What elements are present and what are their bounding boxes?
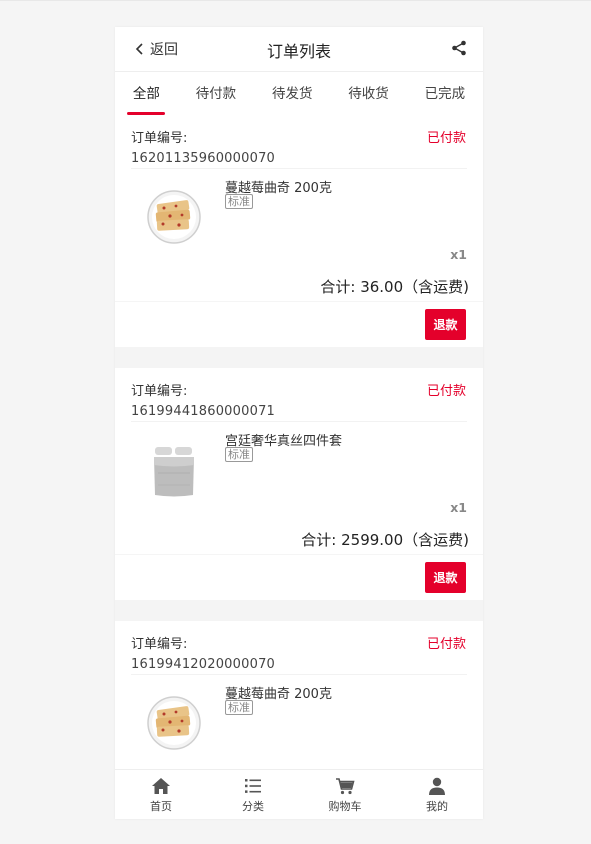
bedding-image: [154, 447, 194, 497]
order-header: 订单编号: 16199441860000071 已付款: [115, 368, 483, 421]
refund-button[interactable]: 退款: [425, 562, 466, 593]
order-separator: [115, 600, 483, 621]
order-total: 合计: 2599.00（含运费): [301, 531, 469, 549]
home-icon: [152, 778, 170, 794]
top-border: [0, 0, 591, 1]
spec-tag: 标准: [225, 194, 253, 209]
order-header: 订单编号: 16201135960000070 已付款: [115, 115, 483, 168]
order-tabs: 全部 待付款 待发货 待收货 已完成: [115, 73, 483, 115]
nav-label: 首页: [150, 800, 172, 813]
product-quantity: x1: [450, 500, 467, 515]
nav-category[interactable]: 分类: [207, 770, 299, 819]
order-list: 订单编号: 16201135960000070 已付款 蔓越莓曲奇 200克 标…: [115, 115, 483, 782]
nav-label: 我的: [426, 800, 448, 813]
order-header: 订单编号: 16199412020000070 已付款: [115, 621, 483, 674]
order-number-label: 订单编号:: [131, 637, 188, 652]
order-number: 16199412020000070: [131, 657, 276, 672]
spec-tag: 标准: [225, 700, 253, 715]
tab-completed[interactable]: 已完成: [419, 73, 472, 115]
app-screen: 返回 订单列表 全部 待付款 待发货 待收货 已完成 订单编号: 1620113…: [115, 27, 483, 819]
bottom-nav: 首页 分类 购物车 我的: [115, 769, 483, 819]
order-status: 已付款: [426, 384, 466, 399]
order-number-label: 订单编号:: [131, 384, 188, 399]
user-icon: [429, 777, 445, 795]
order-product[interactable]: 蔓越莓曲奇 200克 标准: [115, 675, 483, 782]
cart-icon: [336, 778, 355, 795]
spec-tag: 标准: [225, 447, 253, 462]
order-separator: [115, 347, 483, 368]
nav-cart[interactable]: 购物车: [299, 770, 391, 819]
order-card: 订单编号: 16201135960000070 已付款 蔓越莓曲奇 200克 标…: [115, 115, 483, 347]
nav-home[interactable]: 首页: [115, 770, 207, 819]
tab-pending-receipt[interactable]: 待收货: [342, 73, 395, 115]
product-quantity: x1: [450, 247, 467, 262]
header-bar: 返回 订单列表: [115, 27, 483, 72]
order-product[interactable]: 宫廷奢华真丝四件套 标准 x1: [115, 422, 483, 529]
cookie-image: [147, 696, 201, 750]
order-total: 合计: 36.00（含运费): [320, 278, 469, 296]
nav-label: 购物车: [328, 800, 362, 813]
cookie-image: [147, 190, 201, 244]
order-number: 16201135960000070: [131, 151, 276, 166]
list-icon: [245, 779, 261, 793]
tab-pending-shipment[interactable]: 待发货: [266, 73, 319, 115]
nav-profile[interactable]: 我的: [391, 770, 483, 819]
order-number-label: 订单编号:: [131, 131, 188, 146]
order-number: 16199441860000071: [131, 404, 276, 419]
tab-pending-payment[interactable]: 待付款: [190, 73, 243, 115]
order-actions: 退款: [115, 554, 483, 600]
order-card: 订单编号: 16199441860000071 已付款 宫廷奢华真丝四件套 标准…: [115, 368, 483, 600]
tab-all[interactable]: 全部: [127, 73, 166, 115]
refund-button[interactable]: 退款: [425, 309, 466, 340]
share-icon[interactable]: [451, 40, 467, 56]
order-actions: 退款: [115, 301, 483, 347]
order-card: 订单编号: 16199412020000070 已付款 蔓越莓曲奇 200克 标…: [115, 621, 483, 782]
nav-label: 分类: [242, 800, 264, 813]
order-product[interactable]: 蔓越莓曲奇 200克 标准 x1: [115, 169, 483, 276]
order-status: 已付款: [426, 131, 466, 146]
page-title: 订单列表: [266, 42, 331, 61]
order-status: 已付款: [426, 637, 466, 652]
